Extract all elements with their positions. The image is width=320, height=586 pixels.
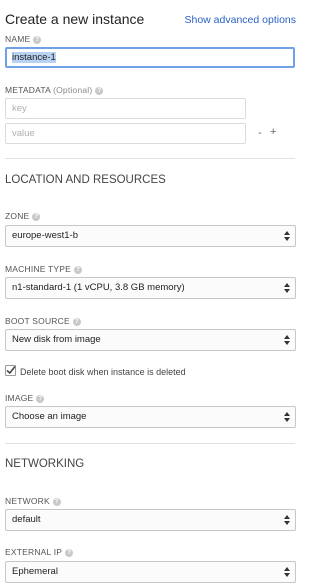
boot-source-select-value: New disk from image [12, 334, 101, 345]
select-arrows-icon [284, 515, 290, 525]
select-arrows-icon [284, 412, 290, 422]
add-metadata-button[interactable]: + [270, 126, 276, 138]
external-ip-label-text: EXTERNAL IP [5, 547, 63, 557]
help-icon[interactable]: ? [65, 549, 74, 557]
zone-label-text: ZONE [5, 211, 30, 221]
help-icon[interactable]: ? [52, 498, 61, 506]
help-icon[interactable]: ? [32, 213, 41, 221]
external-ip-select[interactable]: Ephemeral [5, 561, 296, 583]
name-input[interactable]: instance-1 [5, 47, 295, 68]
machine-type-select[interactable]: n1-standard-1 (1 vCPU, 3.8 GB memory) [5, 277, 296, 299]
select-arrows-icon [284, 335, 290, 345]
delete-boot-disk-checkbox[interactable] [5, 365, 16, 376]
network-label-text: NETWORK [5, 496, 50, 506]
network-select-value: default [12, 514, 41, 525]
boot-source-label: BOOT SOURCE? [5, 316, 81, 326]
zone-select[interactable]: europe-west1-b [5, 225, 296, 247]
name-label: NAME? [5, 34, 42, 44]
checkmark-icon [6, 366, 16, 375]
page-title: Create a new instance [5, 11, 145, 27]
help-icon[interactable]: ? [33, 36, 42, 44]
help-icon[interactable]: ? [72, 318, 81, 326]
delete-boot-disk-label[interactable]: Delete boot disk when instance is delete… [20, 367, 186, 377]
image-select-value: Choose an image [12, 411, 87, 422]
networking-heading: NETWORKING [5, 458, 85, 470]
help-icon[interactable]: ? [95, 87, 104, 95]
select-arrows-icon [284, 567, 290, 577]
boot-source-label-text: BOOT SOURCE [5, 316, 70, 326]
select-arrows-icon [284, 283, 290, 293]
metadata-key-input[interactable]: key [5, 98, 246, 119]
image-select[interactable]: Choose an image [5, 406, 296, 428]
boot-source-select[interactable]: New disk from image [5, 329, 296, 351]
help-icon[interactable]: ? [36, 395, 45, 403]
machine-type-select-value: n1-standard-1 (1 vCPU, 3.8 GB memory) [12, 282, 185, 293]
show-advanced-options-link[interactable]: Show advanced options [185, 14, 297, 26]
image-label: IMAGE? [5, 393, 45, 403]
delete-boot-disk-row: Delete boot disk when instance is delete… [5, 365, 186, 377]
metadata-value-input[interactable]: value [5, 123, 246, 144]
zone-label: ZONE? [5, 211, 41, 221]
machine-type-label: MACHINE TYPE? [5, 264, 83, 274]
metadata-label-text: METADATA [5, 85, 51, 95]
divider [5, 443, 295, 444]
external-ip-label: EXTERNAL IP? [5, 547, 74, 557]
name-label-text: NAME [5, 34, 31, 44]
zone-select-value: europe-west1-b [12, 230, 79, 241]
metadata-label: METADATA (Optional)? [5, 85, 104, 95]
image-label-text: IMAGE [5, 393, 34, 403]
select-arrows-icon [284, 231, 290, 241]
remove-metadata-button[interactable]: - [258, 127, 262, 139]
machine-type-label-text: MACHINE TYPE [5, 264, 72, 274]
network-label: NETWORK? [5, 496, 61, 506]
location-resources-heading: LOCATION AND RESOURCES [5, 174, 166, 186]
metadata-optional-text: (Optional) [53, 85, 93, 95]
divider [5, 158, 295, 159]
network-select[interactable]: default [5, 509, 296, 531]
external-ip-select-value: Ephemeral [12, 566, 58, 577]
help-icon[interactable]: ? [74, 266, 83, 274]
name-input-value: instance-1 [12, 52, 56, 63]
